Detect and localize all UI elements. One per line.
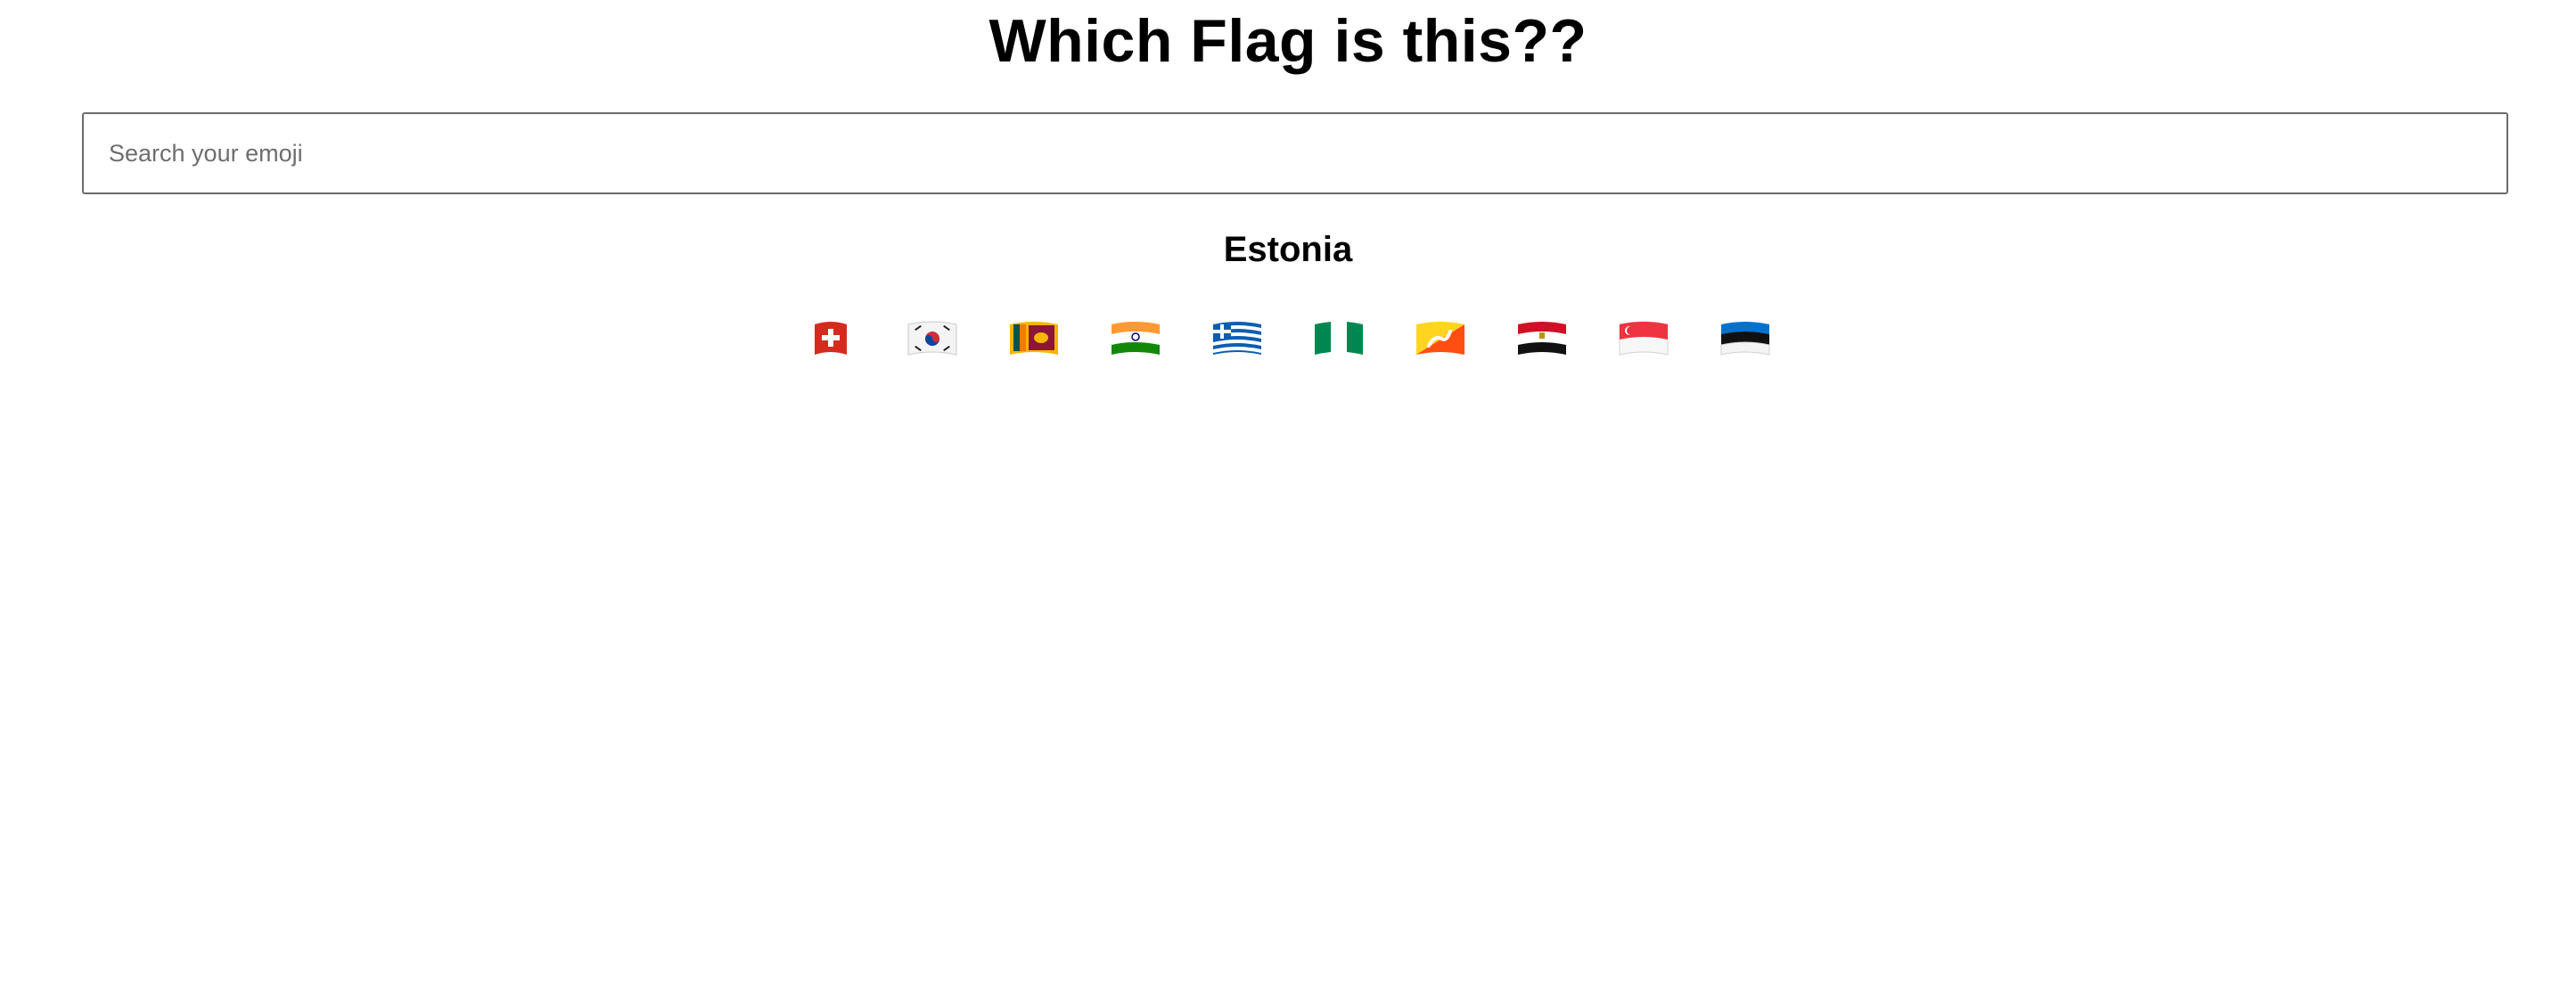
flag-estonia-icon[interactable]	[1694, 312, 1796, 365]
flag-sri-lanka-icon[interactable]	[983, 312, 1085, 365]
flag-greece-icon[interactable]	[1186, 312, 1288, 365]
flag-singapore-icon[interactable]	[1593, 312, 1694, 365]
flag-south-korea-icon[interactable]	[882, 312, 983, 365]
result-country-name: Estonia	[1223, 230, 1353, 269]
flag-india-icon[interactable]	[1085, 312, 1186, 365]
page-title: Which Flag is this??	[989, 7, 1587, 75]
flag-bhutan-icon[interactable]	[1390, 312, 1491, 365]
flag-list	[0, 312, 2576, 365]
search-input[interactable]	[82, 112, 2508, 194]
flag-egypt-icon[interactable]	[1491, 312, 1593, 365]
flag-nigeria-icon[interactable]	[1288, 312, 1390, 365]
flag-switzerland-icon[interactable]	[780, 312, 882, 365]
